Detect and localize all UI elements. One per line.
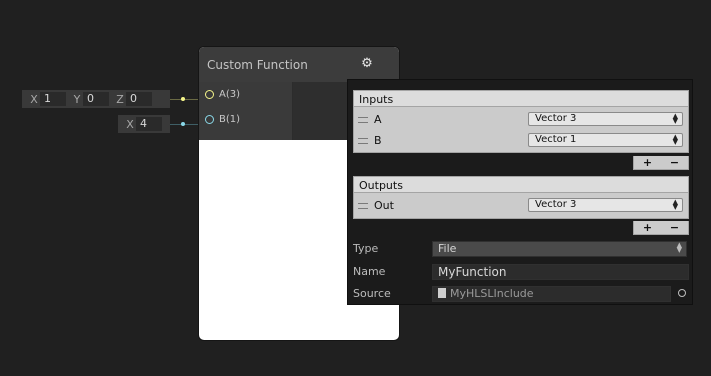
remove-input-button[interactable]: −	[670, 156, 679, 169]
add-input-button[interactable]: +	[643, 156, 652, 169]
node-title: Custom Function	[207, 57, 308, 72]
dropdown-arrow-icon: ▲ ▼	[672, 112, 678, 125]
y-value-input[interactable]: 0	[83, 92, 109, 106]
name-input[interactable]: MyFunction	[432, 264, 689, 280]
y-label: Y	[73, 92, 81, 106]
drag-handle-icon[interactable]	[358, 137, 368, 144]
input-type-dropdown[interactable]: Vector 3 ▲ ▼	[528, 112, 683, 126]
input-b-vector1-field: X 4	[118, 115, 170, 133]
drag-handle-icon[interactable]	[358, 202, 368, 209]
port-b[interactable]: B(1)	[205, 114, 240, 125]
node-settings-panel: Inputs A Vector 3 ▲ ▼ B Vector 1 ▲ ▼ + − O…	[347, 79, 693, 305]
drag-handle-icon[interactable]	[358, 116, 368, 123]
z-value-input[interactable]: 0	[126, 92, 152, 106]
x-label: X	[30, 92, 38, 106]
dropdown-arrow-icon: ▲ ▼	[672, 198, 678, 211]
outputs-add-remove: + −	[633, 221, 689, 235]
dropdown-arrow-icon: ▲ ▼	[676, 241, 682, 254]
list-item[interactable]: B Vector 1 ▲ ▼	[354, 130, 688, 151]
x-value-input[interactable]: 1	[40, 92, 66, 106]
type-dropdown[interactable]: File ▲ ▼	[432, 241, 687, 257]
input-name[interactable]: B	[374, 134, 514, 147]
list-item[interactable]: A Vector 3 ▲ ▼	[354, 109, 688, 130]
x-value-input[interactable]: 4	[136, 117, 162, 131]
port-a-label: A(3)	[219, 89, 241, 100]
port-a-ring-icon[interactable]	[205, 90, 214, 99]
source-label: Source	[353, 287, 391, 300]
connector-dot-b	[181, 122, 185, 126]
list-item[interactable]: Out Vector 3 ▲ ▼	[354, 195, 688, 216]
file-icon	[438, 288, 446, 298]
x-label: X	[126, 117, 134, 131]
input-ports: A(3) B(1)	[199, 82, 293, 140]
source-value: MyHLSLInclude	[450, 287, 534, 300]
name-value: MyFunction	[438, 265, 507, 279]
input-type-dropdown[interactable]: Vector 1 ▲ ▼	[528, 133, 683, 147]
source-object-field[interactable]: MyHLSLInclude	[432, 286, 671, 302]
name-label: Name	[353, 265, 386, 278]
gear-icon[interactable]: ⚙	[360, 57, 374, 71]
type-value: File	[438, 242, 457, 255]
output-type-value: Vector 3	[535, 199, 577, 210]
object-picker-icon[interactable]	[678, 289, 686, 297]
outputs-list: Out Vector 3 ▲ ▼	[353, 193, 689, 219]
port-b-ring-icon[interactable]	[205, 115, 214, 124]
port-a[interactable]: A(3)	[205, 89, 240, 100]
node-header[interactable]: Custom Function ⚙	[199, 47, 399, 82]
outputs-header: Outputs	[353, 176, 689, 193]
input-type-value: Vector 1	[535, 134, 577, 145]
inputs-list: A Vector 3 ▲ ▼ B Vector 1 ▲ ▼	[353, 107, 689, 153]
port-b-label: B(1)	[219, 114, 241, 125]
input-a-vector3-field: X 1 Y 0 Z 0	[22, 90, 170, 108]
input-name[interactable]: A	[374, 113, 514, 126]
inputs-header: Inputs	[353, 90, 689, 107]
dropdown-arrow-icon: ▲ ▼	[672, 133, 678, 146]
output-name[interactable]: Out	[374, 199, 514, 212]
remove-output-button[interactable]: −	[670, 221, 679, 234]
connector-dot-a	[181, 97, 185, 101]
add-output-button[interactable]: +	[643, 221, 652, 234]
inputs-add-remove: + −	[633, 156, 689, 170]
output-type-dropdown[interactable]: Vector 3 ▲ ▼	[528, 198, 683, 212]
type-label: Type	[353, 242, 379, 255]
input-type-value: Vector 3	[535, 113, 577, 124]
z-label: Z	[116, 92, 124, 106]
